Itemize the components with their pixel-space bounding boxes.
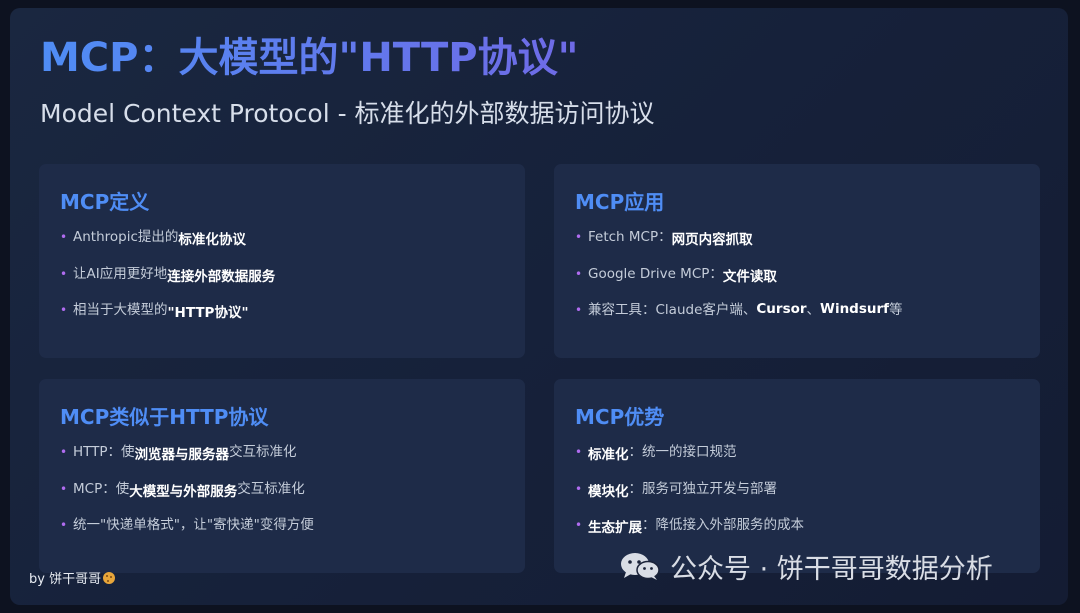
card-heading: MCP应用 bbox=[575, 190, 665, 214]
card-heading: MCP定义 bbox=[60, 190, 150, 214]
list-item: • 统一"快递单格式"，让"寄快递"变得方便 bbox=[60, 517, 314, 533]
watermark-text: 公众号 · 饼干哥哥数据分析 bbox=[670, 553, 993, 585]
bullet-icon: • bbox=[60, 303, 68, 317]
card-mcp-applications: MCP应用 • Fetch MCP： 网页内容抓取 • Google Drive MC… bbox=[554, 164, 1040, 358]
list-item: • 相当于大模型的 "HTTP协议" bbox=[60, 302, 249, 321]
bullet-icon: • bbox=[60, 230, 68, 244]
list-item: • Fetch MCP： 网页内容抓取 bbox=[575, 229, 753, 248]
card-heading: MCP类似于HTTP协议 bbox=[60, 405, 269, 429]
list-item: • MCP：使 大模型与外部服务 交互标准化 bbox=[60, 480, 305, 500]
list-item: • HTTP：使 浏览器与服务器 交互标准化 bbox=[60, 444, 297, 463]
slide: MCP：大模型的"HTTP协议" Model Context Protocol … bbox=[10, 8, 1068, 605]
byline: by 饼干哥哥 bbox=[29, 568, 116, 587]
bullet-icon: • bbox=[60, 518, 68, 532]
list-item: • Anthropic提出的 标准化协议 bbox=[60, 229, 246, 248]
page-title: MCP：大模型的"HTTP协议" bbox=[40, 35, 579, 81]
list-item: • 模块化 ：服务可独立开发与部署 bbox=[575, 480, 777, 500]
bullet-icon: • bbox=[575, 518, 583, 532]
card-heading: MCP优势 bbox=[575, 405, 665, 429]
bullet-icon: • bbox=[575, 230, 583, 244]
bullet-icon: • bbox=[575, 445, 583, 459]
cookie-icon bbox=[103, 572, 116, 584]
wechat-watermark: 公众号 · 饼干哥哥数据分析 bbox=[618, 546, 993, 586]
card-mcp-advantages: MCP优势 • 标准化 ：统一的接口规范 • 模块化 ：服务可独立开发与部署 • 生态扩展… bbox=[554, 379, 1040, 573]
bullet-icon: • bbox=[60, 266, 68, 281]
page-subtitle: Model Context Protocol - 标准化的外部数据访问协议 bbox=[40, 99, 655, 128]
bullet-icon: • bbox=[60, 445, 68, 459]
bullet-icon: • bbox=[575, 481, 583, 496]
bullet-icon: • bbox=[575, 266, 583, 281]
bullet-icon: • bbox=[60, 481, 68, 496]
list-item: • 标准化 ：统一的接口规范 bbox=[575, 444, 737, 463]
bullet-icon: • bbox=[575, 303, 583, 317]
card-mcp-vs-http: MCP类似于HTTP协议 • HTTP：使 浏览器与服务器 交互标准化 • MCP：使大… bbox=[39, 379, 525, 573]
wechat-icon bbox=[621, 553, 660, 580]
list-item: • Google Drive MCP： 文件读取 bbox=[575, 265, 777, 285]
list-item: • 让AI应用更好地 连接外部数据服务 bbox=[60, 265, 276, 285]
list-item: • 兼容工具：Claude客户端、 Cursor、 Windsurf 等 bbox=[575, 301, 903, 318]
card-mcp-definition: MCP定义 • Anthropic提出的 标准化协议 • 让AI应用更好地 连接外部数据… bbox=[39, 164, 525, 358]
